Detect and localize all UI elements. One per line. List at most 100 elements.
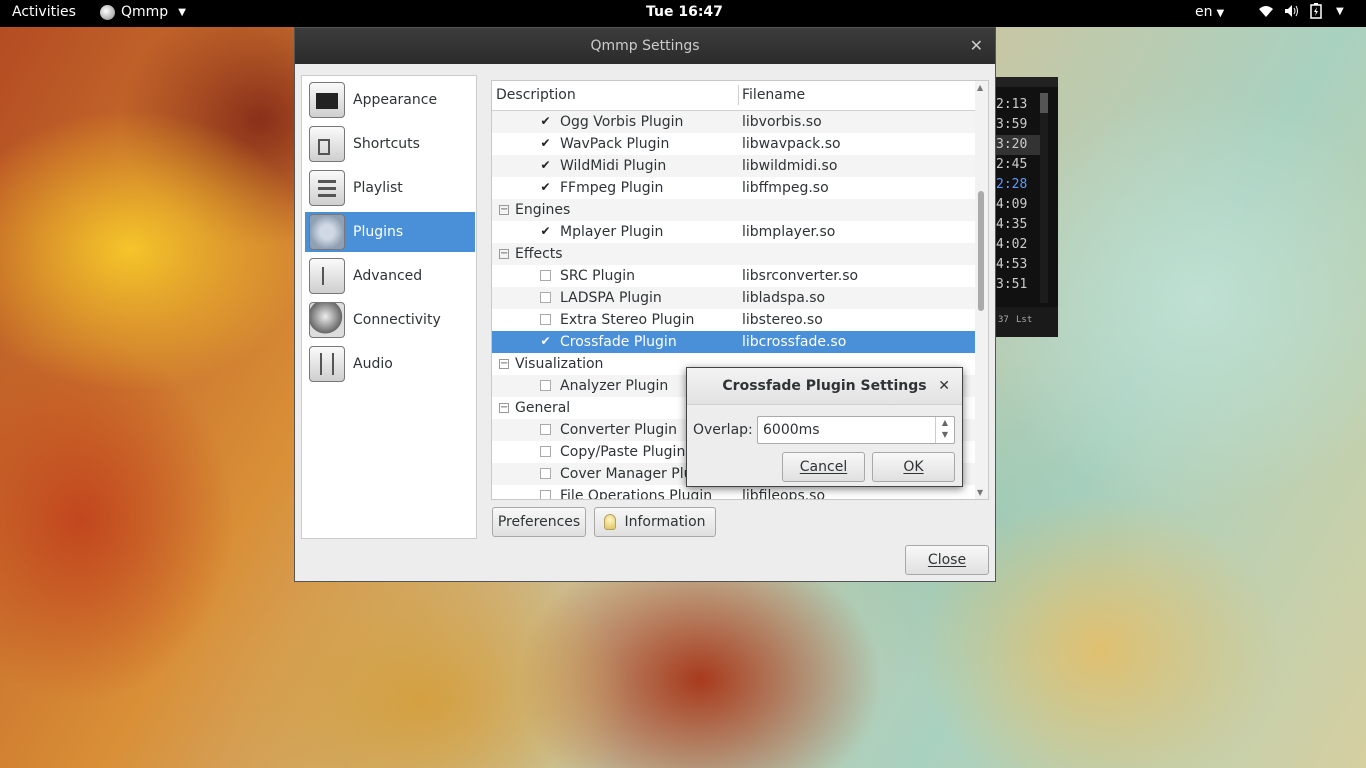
scroll-down-icon[interactable]: ▼: [977, 488, 983, 497]
table-header: Description Filename: [492, 81, 976, 111]
table-scrollbar[interactable]: ▲ ▼: [975, 81, 988, 499]
collapse-icon[interactable]: −: [499, 249, 509, 259]
track-time[interactable]: 3:51: [996, 275, 1040, 295]
sidebar-item-connectivity[interactable]: Connectivity: [305, 300, 475, 340]
spinbox-arrows[interactable]: ▲ ▼: [935, 417, 954, 443]
equalizer-icon: [309, 346, 345, 382]
ok-label: OK: [903, 459, 924, 475]
qmmp-playlist-window[interactable]: 2:13 3:59 3:20 2:45 2:28 4:09 4:35 4:02 …: [996, 77, 1058, 337]
ok-button[interactable]: OK: [872, 452, 955, 482]
track-time[interactable]: 4:35: [996, 215, 1040, 235]
track-time[interactable]: 2:13: [996, 95, 1040, 115]
settings-sidebar: Appearance Shortcuts Playlist Plugins Ad…: [301, 75, 477, 539]
plugin-checkbox[interactable]: ✔: [540, 159, 551, 171]
plugin-checkbox[interactable]: ✔: [540, 115, 551, 127]
table-row[interactable]: LADSPA Plugin libladspa.so: [492, 287, 976, 309]
column-header-filename[interactable]: Filename: [742, 87, 805, 103]
sidebar-item-advanced[interactable]: Advanced: [305, 256, 475, 296]
plugin-checkbox[interactable]: [540, 468, 551, 479]
table-row[interactable]: File Operations Plugin libfileops.so: [492, 485, 976, 500]
track-time[interactable]: 2:45: [996, 155, 1040, 175]
plugin-checkbox[interactable]: ✔: [540, 335, 551, 347]
close-button[interactable]: Close: [905, 545, 989, 575]
sidebar-item-label: Audio: [353, 356, 393, 372]
table-row[interactable]: ✔ Crossfade Plugin libcrossfade.so: [492, 331, 976, 353]
track-time-current[interactable]: 2:28: [996, 175, 1040, 195]
table-row[interactable]: SRC Plugin libsrconverter.so: [492, 265, 976, 287]
sidebar-item-appearance[interactable]: Appearance: [305, 80, 475, 120]
track-time[interactable]: 4:09: [996, 195, 1040, 215]
scroll-up-icon[interactable]: ▲: [977, 83, 983, 92]
plugin-checkbox[interactable]: [540, 380, 551, 391]
activities-button[interactable]: Activities: [12, 4, 76, 20]
plugin-description: WavPack Plugin: [560, 136, 670, 152]
plugin-description: SRC Plugin: [560, 268, 635, 284]
app-menu[interactable]: Qmmp ▼: [100, 4, 186, 20]
volume-icon: [1285, 5, 1298, 17]
chevron-down-icon: ▼: [178, 6, 186, 18]
table-row[interactable]: ✔ FFmpeg Plugin libffmpeg.so: [492, 177, 976, 199]
table-row[interactable]: ✔ WavPack Plugin libwavpack.so: [492, 133, 976, 155]
advanced-icon: [309, 258, 345, 294]
plugin-description: LADSPA Plugin: [560, 290, 662, 306]
column-header-description[interactable]: Description: [496, 87, 576, 103]
plugin-description: FFmpeg Plugin: [560, 180, 664, 196]
sidebar-item-plugins[interactable]: Plugins: [305, 212, 475, 252]
overlap-value: 6000ms: [763, 422, 820, 438]
list-button[interactable]: Lst: [1016, 315, 1032, 325]
column-separator[interactable]: [738, 85, 739, 105]
track-time[interactable]: 3:20: [996, 135, 1040, 155]
language-indicator[interactable]: en ▼: [1195, 4, 1224, 20]
group-label: General: [515, 400, 571, 416]
table-row[interactable]: ✔ Ogg Vorbis Plugin libvorbis.so: [492, 111, 976, 133]
plugin-checkbox[interactable]: ✔: [540, 181, 551, 193]
collapse-icon[interactable]: −: [499, 359, 509, 369]
collapse-icon[interactable]: −: [499, 205, 509, 215]
close-icon[interactable]: ✕: [970, 28, 983, 64]
track-time[interactable]: 3:59: [996, 115, 1040, 135]
group-label: Engines: [515, 202, 571, 218]
overlap-spinbox[interactable]: 6000ms ▲ ▼: [757, 416, 955, 444]
sidebar-item-playlist[interactable]: Playlist: [305, 168, 475, 208]
plugin-filename: libfileops.so: [742, 488, 826, 500]
track-time[interactable]: 4:53: [996, 255, 1040, 275]
plugin-checkbox[interactable]: [540, 490, 551, 499]
plugins-gear-icon: [309, 214, 345, 250]
close-icon[interactable]: ✕: [938, 368, 950, 404]
table-group-row[interactable]: − Engines: [492, 199, 976, 221]
window-titlebar: Qmmp Settings ✕: [295, 28, 995, 64]
plugin-checkbox[interactable]: ✔: [540, 225, 551, 237]
shortcuts-icon: [309, 126, 345, 162]
spin-up-icon[interactable]: ▲: [936, 417, 954, 429]
clock[interactable]: Tue 16:47: [646, 4, 723, 20]
table-row[interactable]: ✔ Mplayer Plugin libmplayer.so: [492, 221, 976, 243]
top-bar: Activities Qmmp ▼ Tue 16:47 en ▼ ▼: [0, 0, 1366, 27]
table-row[interactable]: ✔ WildMidi Plugin libwildmidi.so: [492, 155, 976, 177]
collapse-icon[interactable]: −: [499, 403, 509, 413]
scrollbar-thumb[interactable]: [978, 191, 984, 311]
track-time[interactable]: 4:02: [996, 235, 1040, 255]
playlist-scrollbar[interactable]: [1040, 93, 1048, 303]
wifi-icon: [1259, 6, 1273, 17]
plugin-filename: libladspa.so: [742, 290, 826, 306]
plugin-checkbox[interactable]: [540, 270, 551, 281]
plugin-checkbox[interactable]: [540, 446, 551, 457]
sidebar-item-shortcuts[interactable]: Shortcuts: [305, 124, 475, 164]
close-label: Close: [927, 552, 967, 568]
battery-icon: [1310, 3, 1322, 19]
footer-left: 37: [998, 315, 1009, 325]
plugin-checkbox[interactable]: [540, 424, 551, 435]
table-group-row[interactable]: − Effects: [492, 243, 976, 265]
plugin-checkbox[interactable]: [540, 314, 551, 325]
plugin-checkbox[interactable]: ✔: [540, 137, 551, 149]
preferences-button[interactable]: Preferences: [492, 507, 586, 537]
spin-down-icon[interactable]: ▼: [936, 429, 954, 441]
system-menu[interactable]: ▼: [1258, 3, 1344, 19]
table-row[interactable]: Extra Stereo Plugin libstereo.so: [492, 309, 976, 331]
information-button[interactable]: Information: [594, 507, 716, 537]
sidebar-item-label: Appearance: [353, 92, 438, 108]
cancel-button[interactable]: Cancel: [782, 452, 865, 482]
plugin-checkbox[interactable]: [540, 292, 551, 303]
plugin-filename: libwildmidi.so: [742, 158, 838, 174]
sidebar-item-audio[interactable]: Audio: [305, 344, 475, 384]
